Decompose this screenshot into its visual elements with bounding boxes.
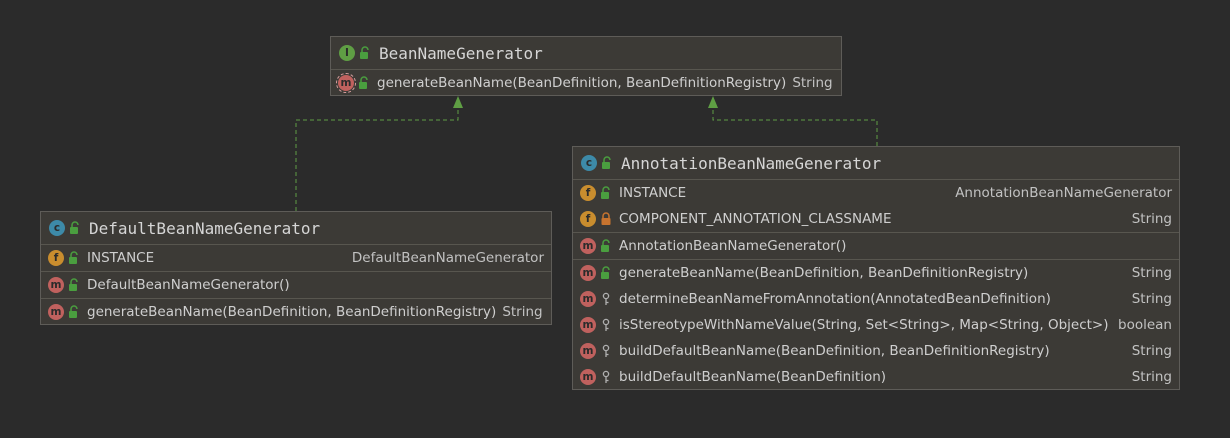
open-lock-icon	[68, 305, 80, 319]
open-lock-icon	[69, 221, 81, 235]
member-type: String	[1131, 369, 1172, 385]
node-header: c AnnotationBeanNameGenerator	[573, 147, 1179, 180]
member-name: generateBeanName(BeanDefinition, BeanDef…	[87, 304, 497, 320]
member-name: buildDefaultBeanName(BeanDefinition)	[619, 369, 887, 385]
edge-default-arrowhead	[453, 96, 463, 108]
field-row[interactable]: f COMPONENT_ANNOTATION_CLASSNAME String	[573, 206, 1179, 232]
open-lock-icon	[359, 46, 371, 60]
member-name: generateBeanName(BeanDefinition, BeanDef…	[377, 75, 787, 91]
member-type: boolean	[1118, 317, 1172, 333]
fields-section: f INSTANCE DefaultBeanNameGenerator	[41, 245, 551, 272]
open-lock-icon	[600, 239, 612, 253]
edge-annotation-line	[712, 104, 878, 146]
method-m-icon: m	[48, 277, 64, 293]
member-type: String	[1131, 211, 1172, 227]
key-icon	[600, 344, 612, 358]
member-type: String	[1131, 291, 1172, 307]
member-type: DefaultBeanNameGenerator	[351, 250, 544, 266]
member-name: buildDefaultBeanName(BeanDefinition, Bea…	[619, 343, 1050, 359]
node-title: BeanNameGenerator	[379, 43, 543, 63]
constructor-row[interactable]: m DefaultBeanNameGenerator()	[41, 272, 551, 298]
edge-annotation-arrowhead	[708, 96, 718, 108]
key-icon	[600, 318, 612, 332]
member-name: generateBeanName(BeanDefinition, BeanDef…	[619, 265, 1029, 281]
constructors-section: m DefaultBeanNameGenerator()	[41, 272, 551, 299]
key-icon	[600, 370, 612, 384]
open-lock-icon	[68, 251, 80, 265]
method-m-icon: m	[580, 291, 596, 307]
node-header: I BeanNameGenerator	[331, 37, 841, 70]
method-m-icon: m	[336, 73, 356, 93]
class-default-bean-name-generator[interactable]: c DefaultBeanNameGenerator f INSTANCE De…	[40, 211, 552, 325]
method-row[interactable]: m generateBeanName(BeanDefinition, BeanD…	[41, 299, 551, 325]
field-f-icon: f	[580, 185, 596, 201]
field-f-icon: f	[580, 211, 596, 227]
closed-lock-icon	[600, 212, 612, 226]
interface-bean-name-generator[interactable]: I BeanNameGenerator m generateBeanName(B…	[330, 36, 842, 96]
open-lock-icon	[601, 156, 613, 170]
open-lock-icon	[600, 266, 612, 280]
node-title: AnnotationBeanNameGenerator	[621, 153, 882, 173]
method-m-icon: m	[580, 343, 596, 359]
fields-section: f INSTANCE AnnotationBeanNameGenerator f…	[573, 180, 1179, 233]
field-row[interactable]: f INSTANCE AnnotationBeanNameGenerator	[573, 180, 1179, 206]
edge-annotation-implements	[708, 96, 878, 146]
node-title: DefaultBeanNameGenerator	[89, 218, 321, 238]
member-type: String	[1131, 343, 1172, 359]
method-row[interactable]: m isStereotypeWithNameValue(String, Set<…	[573, 312, 1179, 338]
member-type: String	[502, 304, 543, 320]
node-header: c DefaultBeanNameGenerator	[41, 212, 551, 245]
member-type: String	[1131, 265, 1172, 281]
class-annotation-bean-name-generator[interactable]: c AnnotationBeanNameGenerator f INSTANCE…	[572, 146, 1180, 390]
methods-section: m generateBeanName(BeanDefinition, BeanD…	[41, 299, 551, 325]
methods-section: m generateBeanName(BeanDefinition, BeanD…	[331, 70, 841, 96]
open-lock-icon	[358, 76, 370, 90]
member-name: COMPONENT_ANNOTATION_CLASSNAME	[619, 211, 892, 227]
method-m-icon: m	[580, 265, 596, 281]
member-name: DefaultBeanNameGenerator()	[87, 277, 290, 293]
member-name: determineBeanNameFromAnnotation(Annotate…	[619, 291, 1051, 307]
edge-default-line	[295, 104, 459, 211]
interface-i-icon: I	[339, 45, 355, 61]
field-f-icon: f	[48, 250, 64, 266]
methods-section: m generateBeanName(BeanDefinition, BeanD…	[573, 260, 1179, 390]
method-row[interactable]: m generateBeanName(BeanDefinition, BeanD…	[573, 260, 1179, 286]
method-m-icon: m	[580, 238, 596, 254]
field-row[interactable]: f INSTANCE DefaultBeanNameGenerator	[41, 245, 551, 271]
method-row[interactable]: m determineBeanNameFromAnnotation(Annota…	[573, 286, 1179, 312]
key-icon	[600, 292, 612, 306]
open-lock-icon	[68, 278, 80, 292]
constructor-row[interactable]: m AnnotationBeanNameGenerator()	[573, 233, 1179, 259]
method-m-icon: m	[580, 369, 596, 385]
member-type: String	[792, 75, 833, 91]
member-name: isStereotypeWithNameValue(String, Set<St…	[619, 317, 1109, 333]
class-c-icon: c	[581, 155, 597, 171]
method-row[interactable]: m buildDefaultBeanName(BeanDefinition, B…	[573, 338, 1179, 364]
constructors-section: m AnnotationBeanNameGenerator()	[573, 233, 1179, 260]
member-name: AnnotationBeanNameGenerator()	[619, 238, 847, 254]
open-lock-icon	[600, 186, 612, 200]
member-type: AnnotationBeanNameGenerator	[955, 185, 1172, 201]
method-row[interactable]: m buildDefaultBeanName(BeanDefinition) S…	[573, 364, 1179, 390]
class-c-icon: c	[49, 220, 65, 236]
member-name: INSTANCE	[619, 185, 687, 201]
method-m-icon: m	[48, 304, 64, 320]
edge-default-implements	[295, 96, 463, 211]
method-row[interactable]: m generateBeanName(BeanDefinition, BeanD…	[331, 70, 841, 96]
method-m-icon: m	[580, 317, 596, 333]
member-name: INSTANCE	[87, 250, 155, 266]
